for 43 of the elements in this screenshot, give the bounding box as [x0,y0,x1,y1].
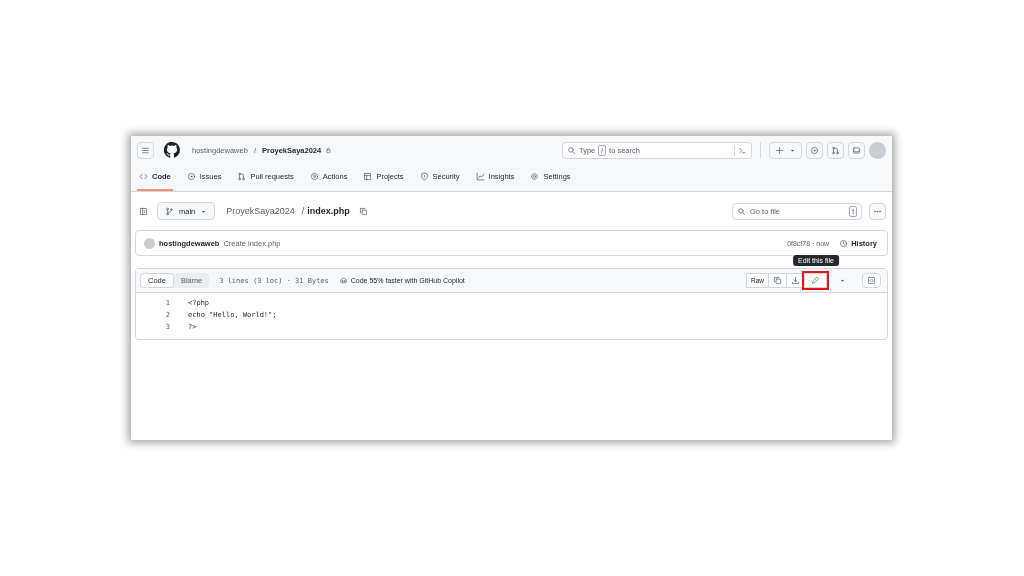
table-icon [363,172,373,181]
pull-request-icon [237,172,247,181]
pull-request-icon [831,145,840,155]
download-icon [791,276,800,285]
path-separator: / [301,206,305,216]
inbox-icon [852,145,861,155]
copilot-icon [338,276,348,285]
terminal-icon[interactable] [738,145,747,155]
search-icon [737,206,746,216]
shield-icon [419,172,429,181]
repo-link[interactable]: ProyekSaya2024 [226,206,295,216]
edit-button[interactable] [804,273,827,288]
avatar[interactable] [869,141,886,159]
menu-button[interactable] [137,141,154,159]
clock-icon [839,238,849,248]
caret-icon [200,207,208,215]
branch-icon [165,206,174,216]
pencil-icon [811,276,820,285]
play-icon [309,172,319,181]
copy-icon [773,276,782,285]
issues-button[interactable] [806,141,823,159]
github-logo[interactable] [162,140,182,160]
more-options-button[interactable] [869,202,886,220]
symbols-icon [867,276,876,285]
menu-icon [141,145,150,155]
sidebar-icon [139,206,148,216]
issue-icon [186,172,196,181]
caret-icon [839,277,846,284]
create-new-button[interactable] [769,141,802,159]
plus-icon [775,145,784,155]
code-icon [139,172,148,181]
author-avatar [144,237,155,249]
graph-icon [475,172,485,181]
caret-icon [789,146,796,154]
pull-requests-button[interactable] [827,141,844,159]
copy-icon [358,206,368,216]
file-name: index.php [307,206,350,216]
lock-icon [325,146,333,154]
issue-icon [810,145,819,155]
search-icon [567,145,576,155]
symbols-button[interactable] [862,273,881,288]
settings-icon [530,172,540,181]
inbox-button[interactable] [848,141,865,159]
